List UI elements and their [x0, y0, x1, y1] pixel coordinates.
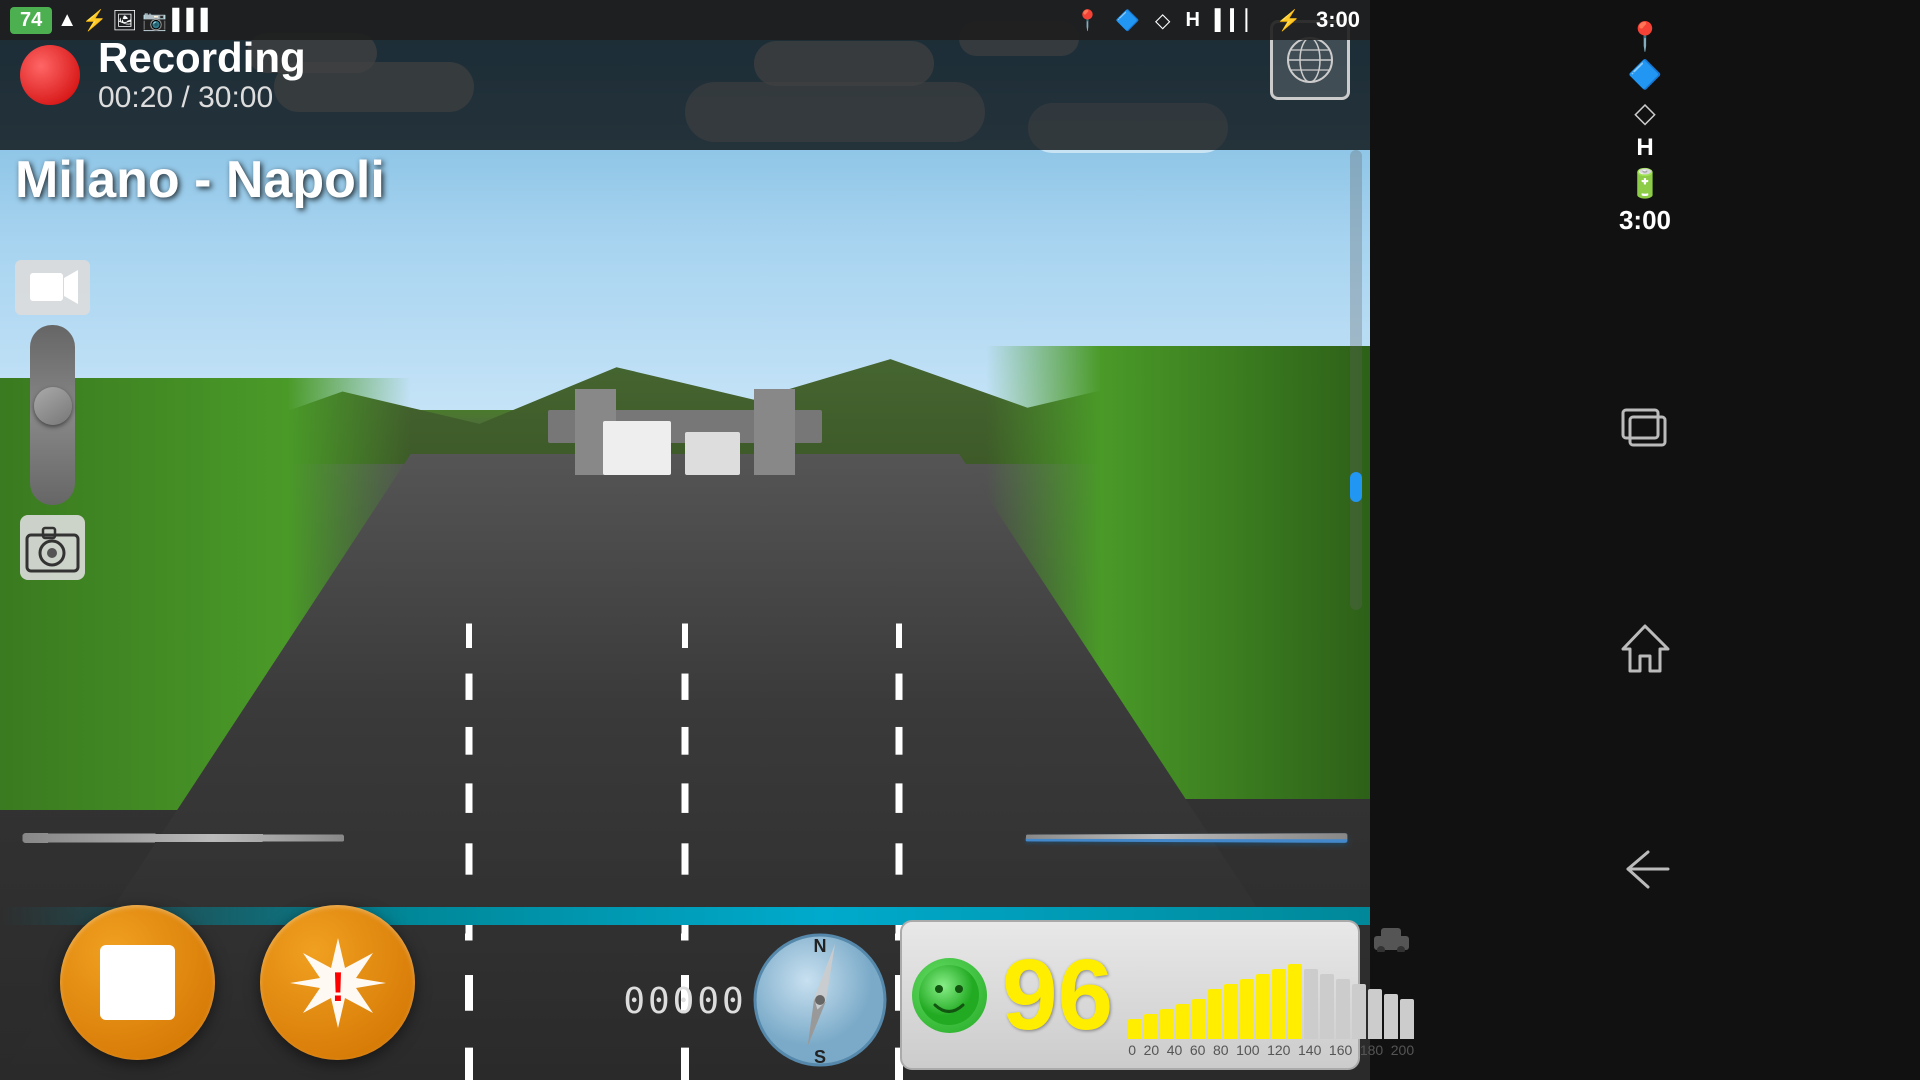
notification-number: 74: [10, 7, 52, 34]
bar-item: [1240, 979, 1254, 1039]
bar-item: [1192, 999, 1206, 1039]
bar-item: [1368, 989, 1382, 1039]
svg-text:S: S: [814, 1047, 826, 1067]
image-icon: 🖼: [112, 8, 137, 33]
scroll-bar[interactable]: [1350, 150, 1362, 610]
speed-scale: 020406080100120140160180200: [1128, 1042, 1414, 1058]
bluetooth-icon: ⚡: [82, 8, 107, 33]
bar-item: [1256, 974, 1270, 1039]
zoom-slider[interactable]: [30, 325, 75, 505]
location-pin-icon: 📍: [1075, 8, 1100, 33]
bar-item: [1224, 984, 1238, 1039]
recording-time: 00:20 / 30:00: [98, 81, 306, 115]
bar-item: [1128, 1019, 1142, 1039]
record-indicator: Recording 00:20 / 30:00: [20, 35, 306, 115]
bar-item: [1336, 979, 1350, 1039]
nav-arrow-icon: ▲: [57, 9, 77, 32]
video-cam-icon: 📷: [142, 8, 167, 33]
bar-item: [1144, 1014, 1158, 1039]
bt-icon: 🔷: [1115, 8, 1140, 33]
record-info: Recording 00:20 / 30:00: [98, 35, 306, 115]
svg-text:!: !: [331, 963, 345, 1010]
signal-bars-icon: ▍▎▏: [1215, 8, 1261, 33]
bar-item: [1272, 969, 1286, 1039]
bar-item: [1160, 1009, 1174, 1039]
left-controls: [15, 260, 90, 580]
stop-button[interactable]: [60, 905, 215, 1060]
compass: N S: [750, 930, 890, 1070]
bar-item: [1208, 989, 1222, 1039]
battery-status-icon: 🔋: [1628, 167, 1663, 200]
notification-bar: 74 ▲ ⚡ 🖼 📷 ▌▌▌ 📍 🔷 ◇ H ▍▎▏ ⚡ 3:00: [0, 0, 1370, 40]
speed-bar-chart: [1128, 964, 1414, 1039]
h-icon: H: [1185, 9, 1199, 32]
globe-icon: [1285, 35, 1335, 85]
record-dot-icon: [20, 45, 80, 105]
bar-item: [1304, 969, 1318, 1039]
speed-panel: 96 0204060801001: [900, 920, 1360, 1070]
speed-graph: 020406080100120140160180200: [1128, 932, 1414, 1058]
back-button[interactable]: [1605, 839, 1685, 899]
bt-status-icon: 🔷: [1628, 58, 1663, 91]
happy-face-icon: [912, 958, 987, 1033]
route-label: Milano - Napoli: [15, 150, 385, 210]
recording-label: Recording: [98, 35, 306, 81]
bar-item: [1384, 994, 1398, 1039]
video-record-icon[interactable]: [15, 260, 90, 315]
loc-status-icon: 📍: [1628, 20, 1663, 53]
recent-apps-button[interactable]: [1605, 397, 1685, 457]
home-button[interactable]: [1605, 618, 1685, 678]
speed-value: 96: [1002, 945, 1113, 1045]
scroll-thumb[interactable]: [1350, 472, 1362, 502]
bar-item: [1320, 974, 1334, 1039]
event-star-icon: !: [288, 933, 388, 1033]
odometer: 00000: [623, 981, 746, 1022]
zoom-thumb[interactable]: [34, 387, 72, 425]
bar-item: [1352, 984, 1366, 1039]
clock: 3:00: [1316, 7, 1360, 33]
battery-icon: ⚡: [1276, 8, 1301, 33]
bars-icon: ▌▌▌: [172, 9, 215, 32]
android-nav-bar: 📍 🔷 ◇ H 🔋 3:00: [1370, 0, 1920, 1080]
diamond-icon: ◇: [1155, 8, 1170, 33]
bar-item: [1400, 999, 1414, 1039]
car-icon: [1128, 924, 1414, 959]
camera-button[interactable]: [20, 515, 85, 580]
diamond-status-icon: ◇: [1634, 96, 1656, 129]
bottom-hud: ! 00000 N: [0, 920, 1370, 1080]
event-button[interactable]: !: [260, 905, 415, 1060]
svg-text:N: N: [814, 936, 827, 956]
time-status: 3:00: [1619, 205, 1671, 236]
stop-icon: [100, 945, 175, 1020]
bar-item: [1176, 1004, 1190, 1039]
h-status-label: H: [1636, 134, 1653, 162]
bar-item: [1288, 964, 1302, 1039]
